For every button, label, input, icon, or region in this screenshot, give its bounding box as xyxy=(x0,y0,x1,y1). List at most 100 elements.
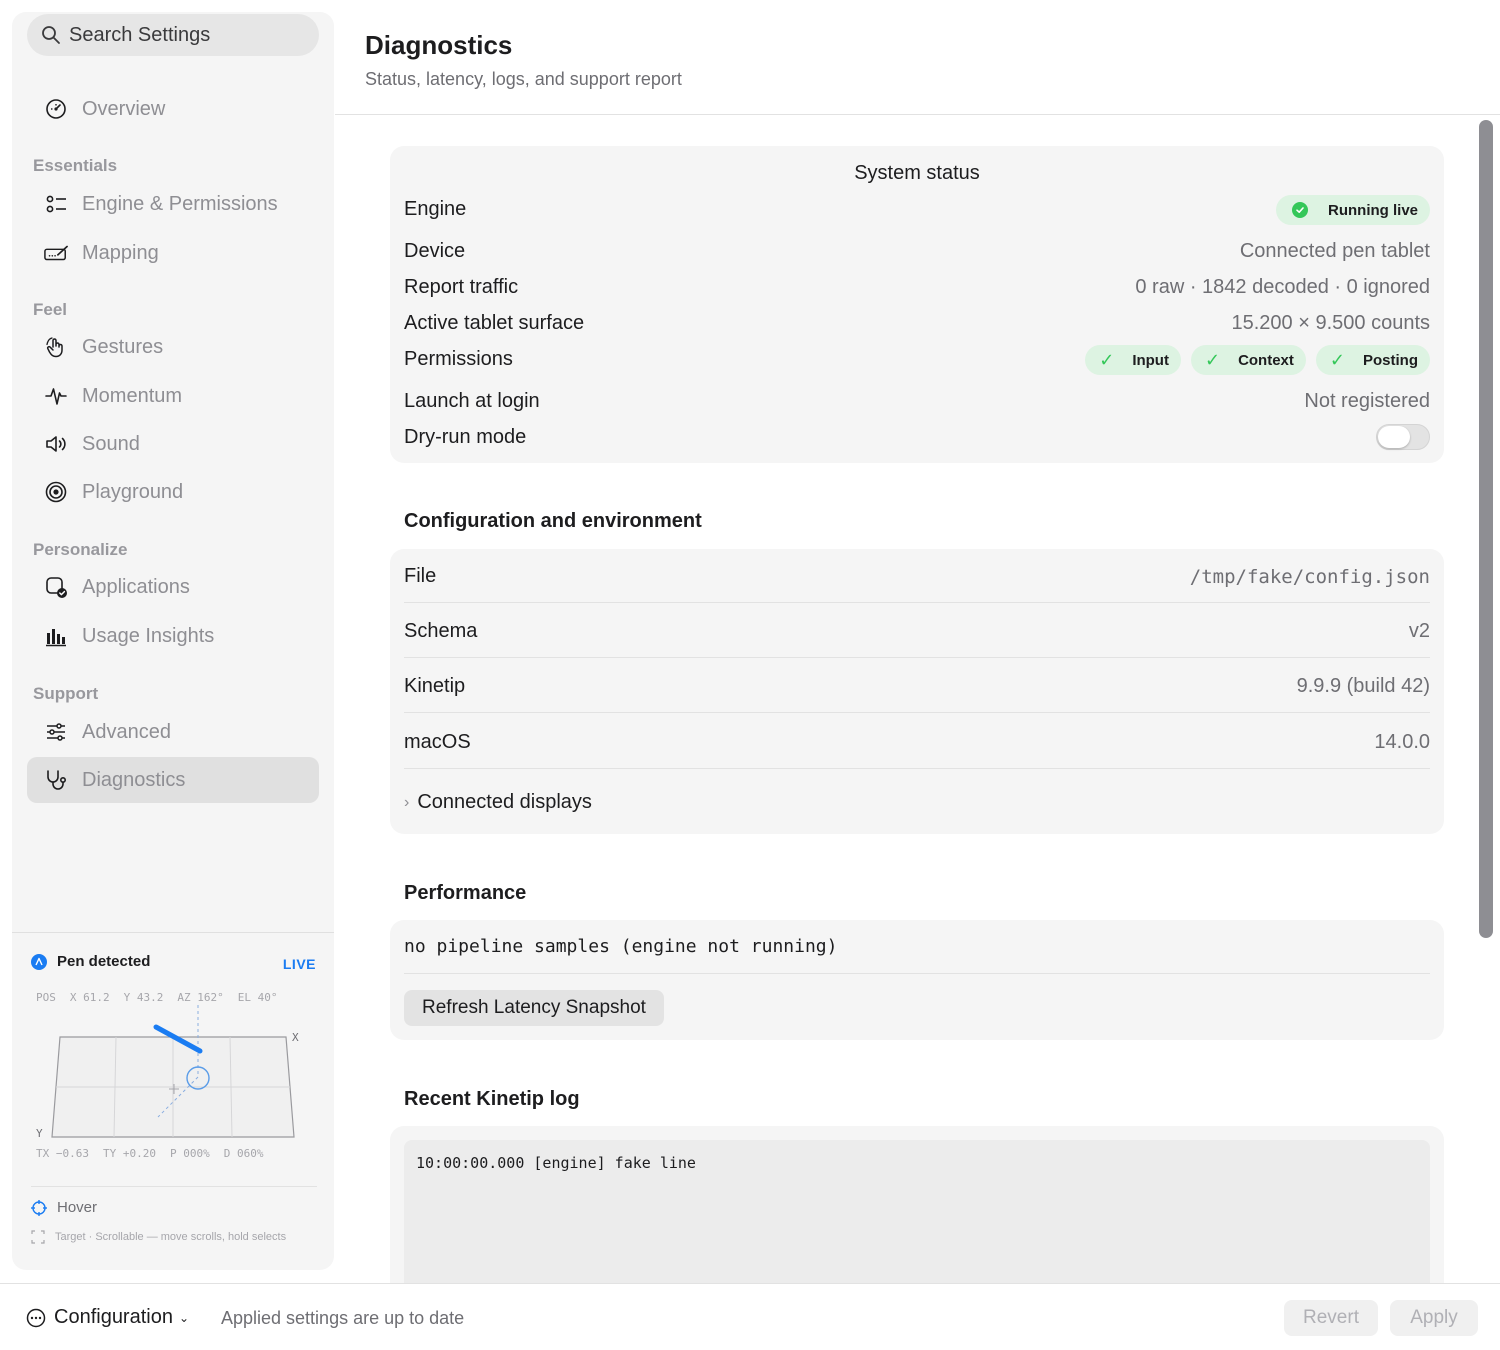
axis-y-label: Y xyxy=(36,1127,43,1140)
dryrun-toggle[interactable] xyxy=(1376,424,1430,450)
macos-label: macOS xyxy=(404,731,471,753)
sidebar: Overview Essentials Engine & Permissions… xyxy=(12,12,334,1270)
dryrun-label: Dry-run mode xyxy=(404,426,527,448)
surface-value: 15.200 × 9.500 counts xyxy=(1231,312,1431,334)
check-circle-icon xyxy=(1292,202,1308,218)
performance-heading: Performance xyxy=(404,882,527,904)
app-check-icon xyxy=(43,574,69,600)
pen-distance-value: D 060% xyxy=(223,1147,264,1160)
sidebar-item-playground[interactable]: Playground xyxy=(27,469,319,515)
scrollbar[interactable] xyxy=(1476,116,1500,1282)
permission-badge-input: ✓ Input xyxy=(1085,345,1181,375)
launch-value: Not registered xyxy=(1304,390,1430,412)
sidebar-item-engine-permissions[interactable]: Engine & Permissions xyxy=(27,181,319,227)
log-output[interactable]: 10:00:00.000 [engine] fake line xyxy=(404,1140,1430,1290)
schema-label: Schema xyxy=(404,620,478,642)
connected-displays-label: Connected displays xyxy=(417,791,592,813)
bar-chart-icon xyxy=(43,623,69,649)
sidebar-item-overview[interactable]: Overview xyxy=(27,86,319,132)
pen-position-readout: POS X 61.2 Y 43.2 AZ 162° EL 40° xyxy=(36,991,277,1004)
pen-tx-value: TX −0.63 xyxy=(36,1147,89,1160)
speaker-icon xyxy=(43,431,69,457)
log-line: 10:00:00.000 [engine] fake line xyxy=(416,1154,696,1172)
configuration-menu[interactable]: Configuration ⌄ xyxy=(26,1306,189,1329)
surface-label: Active tablet surface xyxy=(404,312,585,334)
refresh-latency-button[interactable]: Refresh Latency Snapshot xyxy=(404,990,664,1026)
sidebar-item-label: Momentum xyxy=(82,384,183,407)
pen-icon xyxy=(31,953,47,970)
device-label: Device xyxy=(404,240,466,262)
sidebar-item-label: Sound xyxy=(82,432,140,455)
sidebar-item-momentum[interactable]: Momentum xyxy=(27,373,319,419)
permissions-label: Permissions xyxy=(404,348,513,370)
log-card: 10:00:00.000 [engine] fake line xyxy=(390,1126,1444,1290)
pen-ty-value: TY +0.20 xyxy=(102,1147,156,1160)
scrollbar-thumb[interactable] xyxy=(1479,120,1493,938)
pen-tablet-visualization: X Y xyxy=(36,1005,299,1140)
sidebar-item-label: Gestures xyxy=(82,335,164,358)
gauge-icon xyxy=(43,96,69,122)
engine-status-badge: Running live xyxy=(1276,195,1430,225)
tablet-pen-icon xyxy=(43,240,69,266)
configuration-menu-label: Configuration xyxy=(54,1306,173,1328)
sliders-icon xyxy=(43,719,69,745)
search-field[interactable] xyxy=(27,14,319,56)
permission-text: Input xyxy=(1132,351,1169,369)
search-input[interactable] xyxy=(69,23,309,47)
sidebar-item-sound[interactable]: Sound xyxy=(27,421,319,467)
sidebar-item-mapping[interactable]: Mapping xyxy=(27,230,319,276)
ellipsis-circle-icon xyxy=(26,1308,46,1327)
page-header: Diagnostics Status, latency, logs, and s… xyxy=(335,0,1500,115)
revert-button[interactable]: Revert xyxy=(1284,1300,1378,1336)
permission-badge-context: ✓ Context xyxy=(1190,345,1306,375)
pen-header: Pen detected xyxy=(31,953,150,970)
section-label-support: Support xyxy=(33,684,99,703)
sidebar-item-label: Overview xyxy=(82,97,166,120)
hand-pointer-icon xyxy=(43,334,69,360)
macos-value: 14.0.0 xyxy=(1374,731,1430,753)
stethoscope-icon xyxy=(43,767,69,793)
engine-label: Engine xyxy=(404,198,467,220)
checkmark-icon: ✓ xyxy=(1099,349,1115,370)
chevron-right-icon: › xyxy=(404,793,410,811)
connected-displays-disclosure[interactable]: › Connected displays xyxy=(404,791,592,814)
engine-status-text: Running live xyxy=(1328,201,1418,219)
section-label-essentials: Essentials xyxy=(33,156,118,175)
pen-tilt-readout: TX −0.63 TY +0.20 P 000% D 060% xyxy=(36,1147,263,1160)
sidebar-item-label: Usage Insights xyxy=(82,624,215,647)
schema-value: v2 xyxy=(1408,620,1430,642)
pen-x-value: X 61.2 xyxy=(69,991,110,1004)
pen-pressure-value: P 000% xyxy=(169,1147,210,1160)
selection-frame-icon xyxy=(31,1230,45,1244)
apply-button[interactable]: Apply xyxy=(1390,1300,1478,1336)
target-status: Target · Scrollable — move scrolls, hold… xyxy=(31,1230,286,1244)
device-value: Connected pen tablet xyxy=(1239,240,1430,262)
traffic-label: Report traffic xyxy=(404,276,519,298)
axis-x-label: X xyxy=(292,1031,299,1044)
sidebar-item-usage-insights[interactable]: Usage Insights xyxy=(27,613,319,659)
permission-badges: ✓ Input ✓ Context ✓ Posting xyxy=(1085,345,1430,375)
sidebar-item-advanced[interactable]: Advanced xyxy=(27,709,319,755)
list-icon xyxy=(43,191,69,217)
permission-text: Posting xyxy=(1363,351,1418,369)
pen-status-panel: Pen detected LIVE POS X 61.2 Y 43.2 AZ 1… xyxy=(12,933,334,1270)
config-card: File /tmp/fake/config.json Schema v2 Kin… xyxy=(390,549,1444,834)
sidebar-item-gestures[interactable]: Gestures xyxy=(27,324,319,370)
search-icon xyxy=(42,26,60,44)
row-divider xyxy=(404,712,1430,713)
target-icon xyxy=(43,479,69,505)
sidebar-item-label: Applications xyxy=(82,575,190,598)
hover-status: Hover xyxy=(31,1199,97,1216)
kinetip-value: 9.9.9 (build 42) xyxy=(1296,675,1430,697)
section-label-feel: Feel xyxy=(33,300,68,319)
sidebar-item-label: Advanced xyxy=(82,720,171,743)
system-status-title: System status xyxy=(854,162,980,184)
live-badge: LIVE xyxy=(282,956,316,972)
pen-divider xyxy=(31,1186,317,1187)
hover-label: Hover xyxy=(57,1199,98,1216)
chevron-down-icon: ⌄ xyxy=(178,1310,190,1325)
sidebar-item-applications[interactable]: Applications xyxy=(27,564,319,610)
permission-text: Context xyxy=(1238,351,1294,369)
pen-el-value: EL 40° xyxy=(237,991,278,1004)
sidebar-item-diagnostics[interactable]: Diagnostics xyxy=(27,757,319,803)
